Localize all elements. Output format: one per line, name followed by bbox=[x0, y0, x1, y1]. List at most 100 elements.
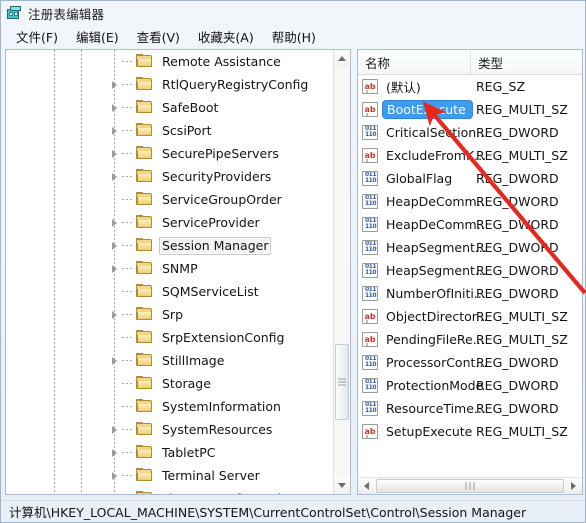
expand-triangle-icon[interactable] bbox=[112, 81, 117, 89]
value-row[interactable]: 011 110 ResourceTime... REG_DWORD bbox=[358, 397, 582, 420]
expand-triangle-icon[interactable] bbox=[112, 357, 117, 365]
registry-tree-list: Remote Assistance RtlQueryRegistryConfig S… bbox=[6, 50, 332, 495]
tree-item-rtlqueryregistryconfig[interactable]: RtlQueryRegistryConfig bbox=[6, 73, 332, 96]
value-row[interactable]: ab ExcludeFromK... REG_MULTI_SZ bbox=[358, 144, 582, 167]
scroll-up-arrow-icon bbox=[338, 56, 346, 61]
values-column-header: 名称 类型 bbox=[358, 50, 582, 75]
tree-item-label: ServiceProvider bbox=[162, 214, 260, 230]
tree-item-securepipeservers[interactable]: SecurePipeServers bbox=[6, 142, 332, 165]
value-row[interactable]: 011 110 NumberOfIniti... REG_DWORD bbox=[358, 282, 582, 305]
expand-triangle-icon[interactable] bbox=[112, 150, 117, 158]
tree-connector-line bbox=[122, 291, 134, 292]
value-row[interactable]: 011 110 HeapDeComm... REG_DWORD bbox=[358, 213, 582, 236]
scroll-up-arrow-button[interactable] bbox=[334, 50, 350, 67]
tree-item-safeboot[interactable]: SafeBoot bbox=[6, 96, 332, 119]
value-name: ResourceTime... bbox=[386, 401, 486, 416]
value-row[interactable]: 011 110 HeapDeComm... REG_DWORD bbox=[358, 190, 582, 213]
folder-icon bbox=[136, 192, 153, 206]
tree-scrollbar-thumb[interactable] bbox=[335, 344, 349, 420]
tree-item-securityproviders[interactable]: SecurityProviders bbox=[6, 165, 332, 188]
tree-item-stillimage[interactable]: StillImage bbox=[6, 349, 332, 372]
column-header-name[interactable]: 名称 bbox=[358, 50, 470, 74]
registry-tree-panel[interactable]: Remote Assistance RtlQueryRegistryConfig S… bbox=[5, 49, 351, 495]
tree-item-label: Session Manager bbox=[159, 236, 272, 255]
tree-item-label: SafeBoot bbox=[162, 99, 219, 115]
tree-connector-line bbox=[122, 61, 134, 62]
value-name: CriticalSection... bbox=[386, 125, 489, 140]
tree-item-sqmservicelist[interactable]: SQMServiceList bbox=[6, 280, 332, 303]
value-row[interactable]: 011 110 ProtectionMode REG_DWORD bbox=[358, 374, 582, 397]
scroll-right-arrow-button[interactable] bbox=[565, 478, 582, 494]
folder-icon bbox=[136, 123, 153, 137]
menu-help[interactable]: 帮助(H) bbox=[263, 26, 325, 48]
tree-item-scsiport[interactable]: ScsiPort bbox=[6, 119, 332, 142]
value-type: REG_DWORD bbox=[476, 378, 559, 393]
dword-value-icon: 011 110 bbox=[362, 355, 378, 370]
column-header-type[interactable]: 类型 bbox=[470, 50, 582, 74]
values-horizontal-scrollbar[interactable] bbox=[358, 477, 582, 494]
folder-icon bbox=[136, 491, 153, 494]
expand-triangle-icon[interactable] bbox=[112, 265, 117, 273]
expand-triangle-icon[interactable] bbox=[112, 173, 117, 181]
tree-connector-line bbox=[122, 130, 134, 131]
value-row[interactable]: 011 110 ProcessorCont... REG_DWORD bbox=[358, 351, 582, 374]
value-row[interactable]: ab BootExecute REG_MULTI_SZ bbox=[358, 98, 582, 121]
value-row[interactable]: ab PendingFileRe... REG_MULTI_SZ bbox=[358, 328, 582, 351]
value-row[interactable]: 011 110 HeapSegment... REG_DWORD bbox=[358, 236, 582, 259]
tree-item-remote-assistance[interactable]: Remote Assistance bbox=[6, 50, 332, 73]
menu-favorites[interactable]: 收藏夹(A) bbox=[189, 26, 263, 48]
tree-item-tabletpc[interactable]: TabletPC bbox=[6, 441, 332, 464]
tree-item-session-manager[interactable]: Session Manager bbox=[6, 234, 332, 257]
tree-item-label: TabletPC bbox=[162, 444, 216, 460]
dword-value-icon: 011 110 bbox=[362, 217, 378, 232]
expand-triangle-icon[interactable] bbox=[112, 127, 117, 135]
value-type: REG_DWORD bbox=[476, 240, 559, 255]
tree-item-terminal-server[interactable]: Terminal Server bbox=[6, 464, 332, 487]
tree-item-storage[interactable]: Storage bbox=[6, 372, 332, 395]
values-hscrollbar-thumb[interactable] bbox=[376, 479, 564, 493]
value-row[interactable]: 011 110 CriticalSection... REG_DWORD bbox=[358, 121, 582, 144]
dword-value-icon: 011 110 bbox=[362, 378, 378, 393]
value-type: REG_MULTI_SZ bbox=[476, 332, 568, 347]
tree-item-servicegrouporder[interactable]: ServiceGroupOrder bbox=[6, 188, 332, 211]
registry-values-panel[interactable]: 名称 类型 ab (默认) REG_SZ ab BootExecute REG_MULTI… bbox=[357, 49, 583, 495]
expand-triangle-icon[interactable] bbox=[112, 242, 117, 250]
scroll-down-arrow-button[interactable] bbox=[334, 477, 350, 494]
tree-item-srp[interactable]: Srp bbox=[6, 303, 332, 326]
value-name: GlobalFlag bbox=[386, 171, 453, 186]
expand-triangle-icon[interactable] bbox=[112, 472, 117, 480]
value-type: REG_DWORD bbox=[476, 401, 559, 416]
value-row[interactable]: ab SetupExecute REG_MULTI_SZ bbox=[358, 420, 582, 443]
tree-item-systeminformation[interactable]: SystemInformation bbox=[6, 395, 332, 418]
expand-triangle-icon[interactable] bbox=[112, 219, 117, 227]
tree-item-label: SecurePipeServers bbox=[162, 145, 279, 161]
value-name: ProcessorCont... bbox=[386, 355, 488, 370]
value-row[interactable]: ab ObjectDirector... REG_MULTI_SZ bbox=[358, 305, 582, 328]
tree-item-snmp[interactable]: SNMP bbox=[6, 257, 332, 280]
expand-triangle-icon[interactable] bbox=[112, 426, 117, 434]
tree-item-label: TimeZoneInformation bbox=[159, 490, 300, 495]
value-type: REG_MULTI_SZ bbox=[476, 148, 568, 163]
expand-triangle-icon[interactable] bbox=[112, 311, 117, 319]
folder-icon bbox=[136, 169, 153, 183]
menu-view[interactable]: 查看(V) bbox=[128, 26, 189, 48]
tree-item-srpextensionconfig[interactable]: SrpExtensionConfig bbox=[6, 326, 332, 349]
tree-item-label: StillImage bbox=[162, 352, 225, 368]
tree-vertical-scrollbar[interactable] bbox=[333, 50, 350, 494]
menu-file[interactable]: 文件(F) bbox=[7, 26, 67, 48]
value-name: ObjectDirector... bbox=[386, 309, 488, 324]
menu-edit[interactable]: 编辑(E) bbox=[67, 26, 128, 48]
value-row[interactable]: ab (默认) REG_SZ bbox=[358, 75, 582, 98]
expand-triangle-icon[interactable] bbox=[112, 104, 117, 112]
tree-item-timezoneinformation[interactable]: TimeZoneInformation bbox=[6, 487, 332, 495]
tree-item-serviceprovider[interactable]: ServiceProvider bbox=[6, 211, 332, 234]
registry-values-list: ab (默认) REG_SZ ab BootExecute REG_MULTI_SZ 011… bbox=[358, 75, 582, 443]
value-row[interactable]: 011 110 HeapSegment... REG_DWORD bbox=[358, 259, 582, 282]
value-name: HeapSegment... bbox=[386, 263, 487, 278]
tree-item-systemresources[interactable]: SystemResources bbox=[6, 418, 332, 441]
expand-triangle-icon[interactable] bbox=[112, 449, 117, 457]
tree-connector-line bbox=[122, 337, 134, 338]
value-row[interactable]: 011 110 GlobalFlag REG_DWORD bbox=[358, 167, 582, 190]
scroll-right-arrow-icon bbox=[571, 482, 576, 490]
scroll-left-arrow-button[interactable] bbox=[358, 478, 375, 494]
